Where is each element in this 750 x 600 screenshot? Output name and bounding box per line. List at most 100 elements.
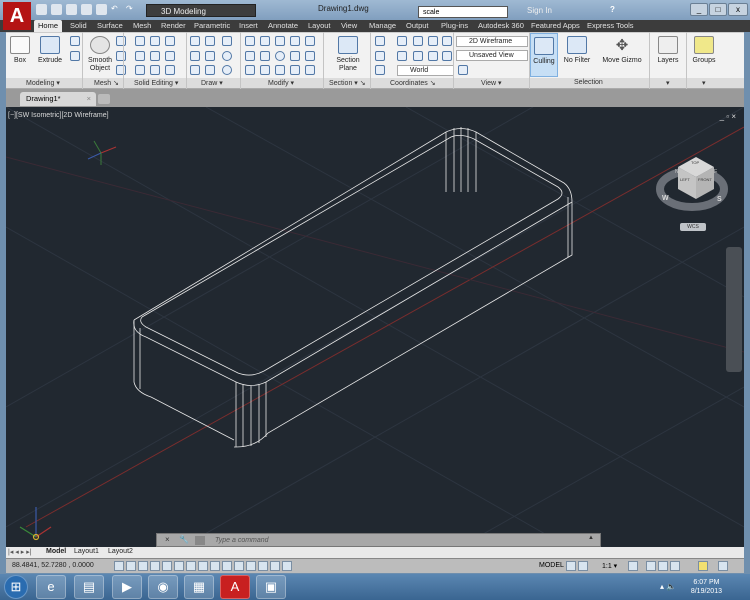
compass-north[interactable]: N (675, 169, 679, 175)
extrude-button[interactable]: Extrude (36, 57, 64, 64)
tab-output[interactable]: Output (406, 21, 429, 30)
sweep-icon[interactable] (70, 51, 80, 61)
offset-icon[interactable] (275, 65, 285, 75)
ucs-world-icon[interactable] (442, 36, 452, 46)
panel-solid-editing[interactable]: Solid Editing ▾ (134, 79, 178, 87)
slice-icon[interactable] (150, 36, 160, 46)
box-icon[interactable] (10, 36, 30, 54)
calculator-icon[interactable]: ▦ (184, 575, 214, 599)
3d-mirror-icon[interactable] (260, 65, 270, 75)
quick-view-layouts-icon[interactable] (566, 561, 576, 571)
close-command-line-icon[interactable]: × (165, 535, 170, 544)
tab-layout[interactable]: Layout (308, 21, 331, 30)
annotation-visibility-icon[interactable] (628, 561, 638, 571)
volume-icon[interactable]: ▴ 🔈 (660, 582, 676, 591)
move-gizmo-icon[interactable]: ✥ (612, 36, 632, 54)
erase-icon[interactable] (290, 65, 300, 75)
photo-viewer-icon[interactable]: ▣ (256, 575, 286, 599)
layers-icon[interactable] (658, 36, 678, 54)
ucs-view-icon[interactable] (397, 36, 407, 46)
compass-east[interactable]: E (714, 169, 717, 175)
groups-icon[interactable] (694, 36, 714, 54)
tab-featured-apps[interactable]: Featured Apps (531, 21, 580, 30)
workspace-dropdown[interactable]: 3D Modeling (146, 4, 256, 17)
layers-button[interactable]: Layers (654, 57, 682, 64)
autocad-taskbar-icon[interactable]: A (220, 575, 250, 599)
tab-parametric[interactable]: Parametric (194, 21, 230, 30)
chrome-icon[interactable]: ◉ (148, 575, 178, 599)
viewport-controls-label[interactable]: [−][SW Isometric][2D Wireframe] (8, 112, 109, 119)
tab-view[interactable]: View (341, 21, 357, 30)
viewport-window-controls[interactable]: _ ▫ × (720, 112, 736, 121)
lineweight-icon[interactable] (234, 561, 244, 571)
panel-section[interactable]: Section ▾ ↘ (329, 79, 366, 87)
section-plane-button[interactable]: Section Plane (330, 57, 366, 73)
viewport-config-icon[interactable] (458, 65, 468, 75)
annotation-scale-dropdown[interactable]: 1:1 ▾ (602, 562, 617, 570)
trim-icon[interactable] (305, 36, 315, 46)
tab-manage[interactable]: Manage (369, 21, 396, 30)
command-input[interactable]: Type a command (215, 534, 269, 547)
viewcube-left[interactable]: LEFT (680, 177, 690, 182)
ucs-y-icon[interactable] (413, 51, 423, 61)
print-icon[interactable] (96, 4, 107, 15)
no-filter-button[interactable]: No Filter (558, 57, 596, 64)
panel-draw[interactable]: Draw ▾ (201, 79, 223, 87)
undo-icon[interactable]: ↶ (111, 4, 122, 15)
named-view-dropdown[interactable]: Unsaved View (456, 50, 528, 61)
save-as-icon[interactable] (81, 4, 92, 15)
annotation-monitor-icon[interactable] (282, 561, 292, 571)
fillet-edge-icon[interactable] (150, 65, 160, 75)
navigation-bar[interactable] (726, 247, 742, 372)
otrack-icon[interactable] (198, 561, 208, 571)
tab-layout1[interactable]: Layout1 (74, 548, 99, 555)
infer-constraints-icon[interactable] (114, 561, 124, 571)
maximize-button[interactable]: □ (709, 3, 727, 16)
media-player-icon[interactable]: ▶ (112, 575, 142, 599)
minimize-button[interactable]: _ (690, 3, 708, 16)
ucs-face-icon[interactable] (375, 65, 385, 75)
ucs-3point-icon[interactable] (442, 51, 452, 61)
panel-layers-expand[interactable]: ▾ (666, 79, 670, 87)
application-menu-button[interactable]: A (3, 2, 31, 30)
quick-view-drawings-icon[interactable] (578, 561, 588, 571)
save-icon[interactable] (66, 4, 77, 15)
ucs-origin-icon[interactable] (375, 51, 385, 61)
panel-modify[interactable]: Modify ▾ (268, 79, 294, 87)
transparency-icon[interactable] (246, 561, 256, 571)
tab-home[interactable]: Home (34, 20, 63, 32)
ucs-previous-icon[interactable] (397, 51, 407, 61)
ucs-dropdown[interactable]: World (397, 65, 454, 76)
ortho-icon[interactable] (150, 561, 160, 571)
snap-icon[interactable] (126, 561, 136, 571)
polar-icon[interactable] (162, 561, 172, 571)
interfere-icon[interactable] (150, 51, 160, 61)
scale-icon[interactable] (245, 36, 255, 46)
command-prompt-icon[interactable] (195, 536, 205, 545)
3d-align-icon[interactable] (290, 51, 300, 61)
line-icon[interactable] (205, 51, 215, 61)
tab-plug-ins[interactable]: Plug-ins (441, 21, 468, 30)
helix-icon[interactable] (205, 36, 215, 46)
mesh-tool-icon[interactable] (116, 65, 126, 75)
workspace-switching-icon[interactable] (646, 561, 656, 571)
drawing-viewport[interactable]: [−][SW Isometric][2D Wireframe] _ ▫ × TO… (6, 107, 744, 547)
rotate-icon[interactable] (275, 51, 285, 61)
model-space-button[interactable]: MODEL (539, 562, 564, 569)
subtract-icon[interactable] (135, 51, 145, 61)
panel-view[interactable]: View ▾ (481, 79, 502, 87)
polysolid-icon[interactable] (190, 36, 200, 46)
visual-style-dropdown[interactable]: 2D Wireframe (456, 36, 528, 47)
3d-rotate-icon[interactable] (260, 51, 270, 61)
mesh-tool-icon[interactable] (116, 51, 126, 61)
polygon-icon[interactable] (190, 65, 200, 75)
tab-autodesk-360[interactable]: Autodesk 360 (478, 21, 524, 30)
move-gizmo-button[interactable]: Move Gizmo (600, 57, 644, 64)
tab-surface[interactable]: Surface (97, 21, 123, 30)
osnap-icon[interactable] (174, 561, 184, 571)
tab-render[interactable]: Render (161, 21, 186, 30)
close-tab-icon[interactable]: × (87, 92, 91, 106)
customize-icon[interactable]: 🔧 (179, 535, 189, 544)
command-history-icon[interactable]: ▲ (588, 535, 594, 541)
internet-explorer-icon[interactable]: e (36, 575, 66, 599)
